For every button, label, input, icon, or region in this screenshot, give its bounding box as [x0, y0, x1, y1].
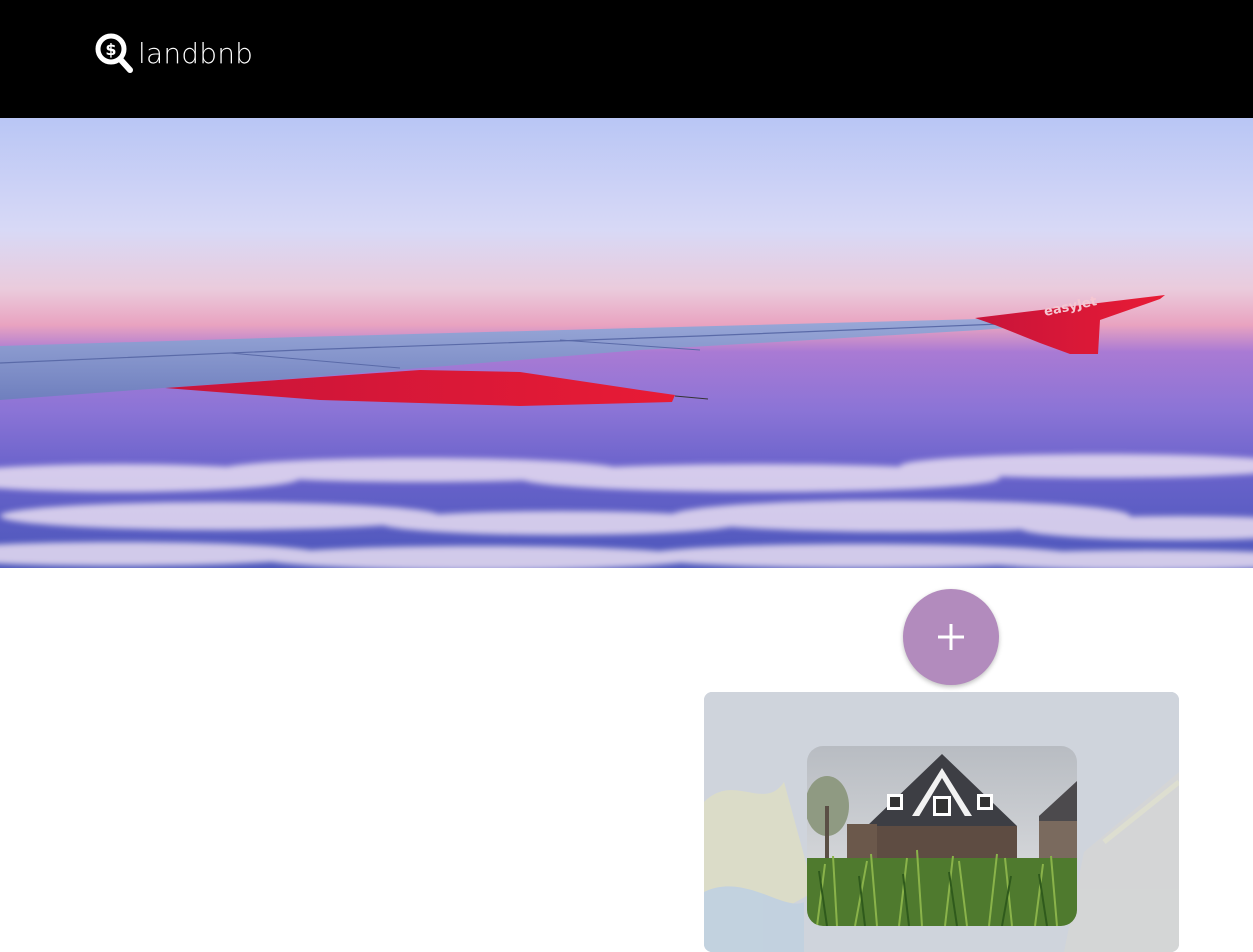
listing-card[interactable]	[704, 692, 1179, 952]
add-listing-button[interactable]	[903, 589, 999, 685]
brand-logo-link[interactable]: $ landbnb	[95, 33, 253, 73]
brand-name: landbnb	[138, 36, 254, 70]
hero-banner-image: easyJet	[0, 118, 1253, 568]
listing-thumbnail[interactable]	[807, 746, 1077, 926]
search-dollar-icon: $	[95, 33, 133, 73]
plus-icon	[938, 624, 964, 650]
house-photo	[807, 746, 1077, 926]
top-navbar: $ landbnb	[0, 0, 1253, 118]
svg-text:$: $	[105, 40, 116, 59]
